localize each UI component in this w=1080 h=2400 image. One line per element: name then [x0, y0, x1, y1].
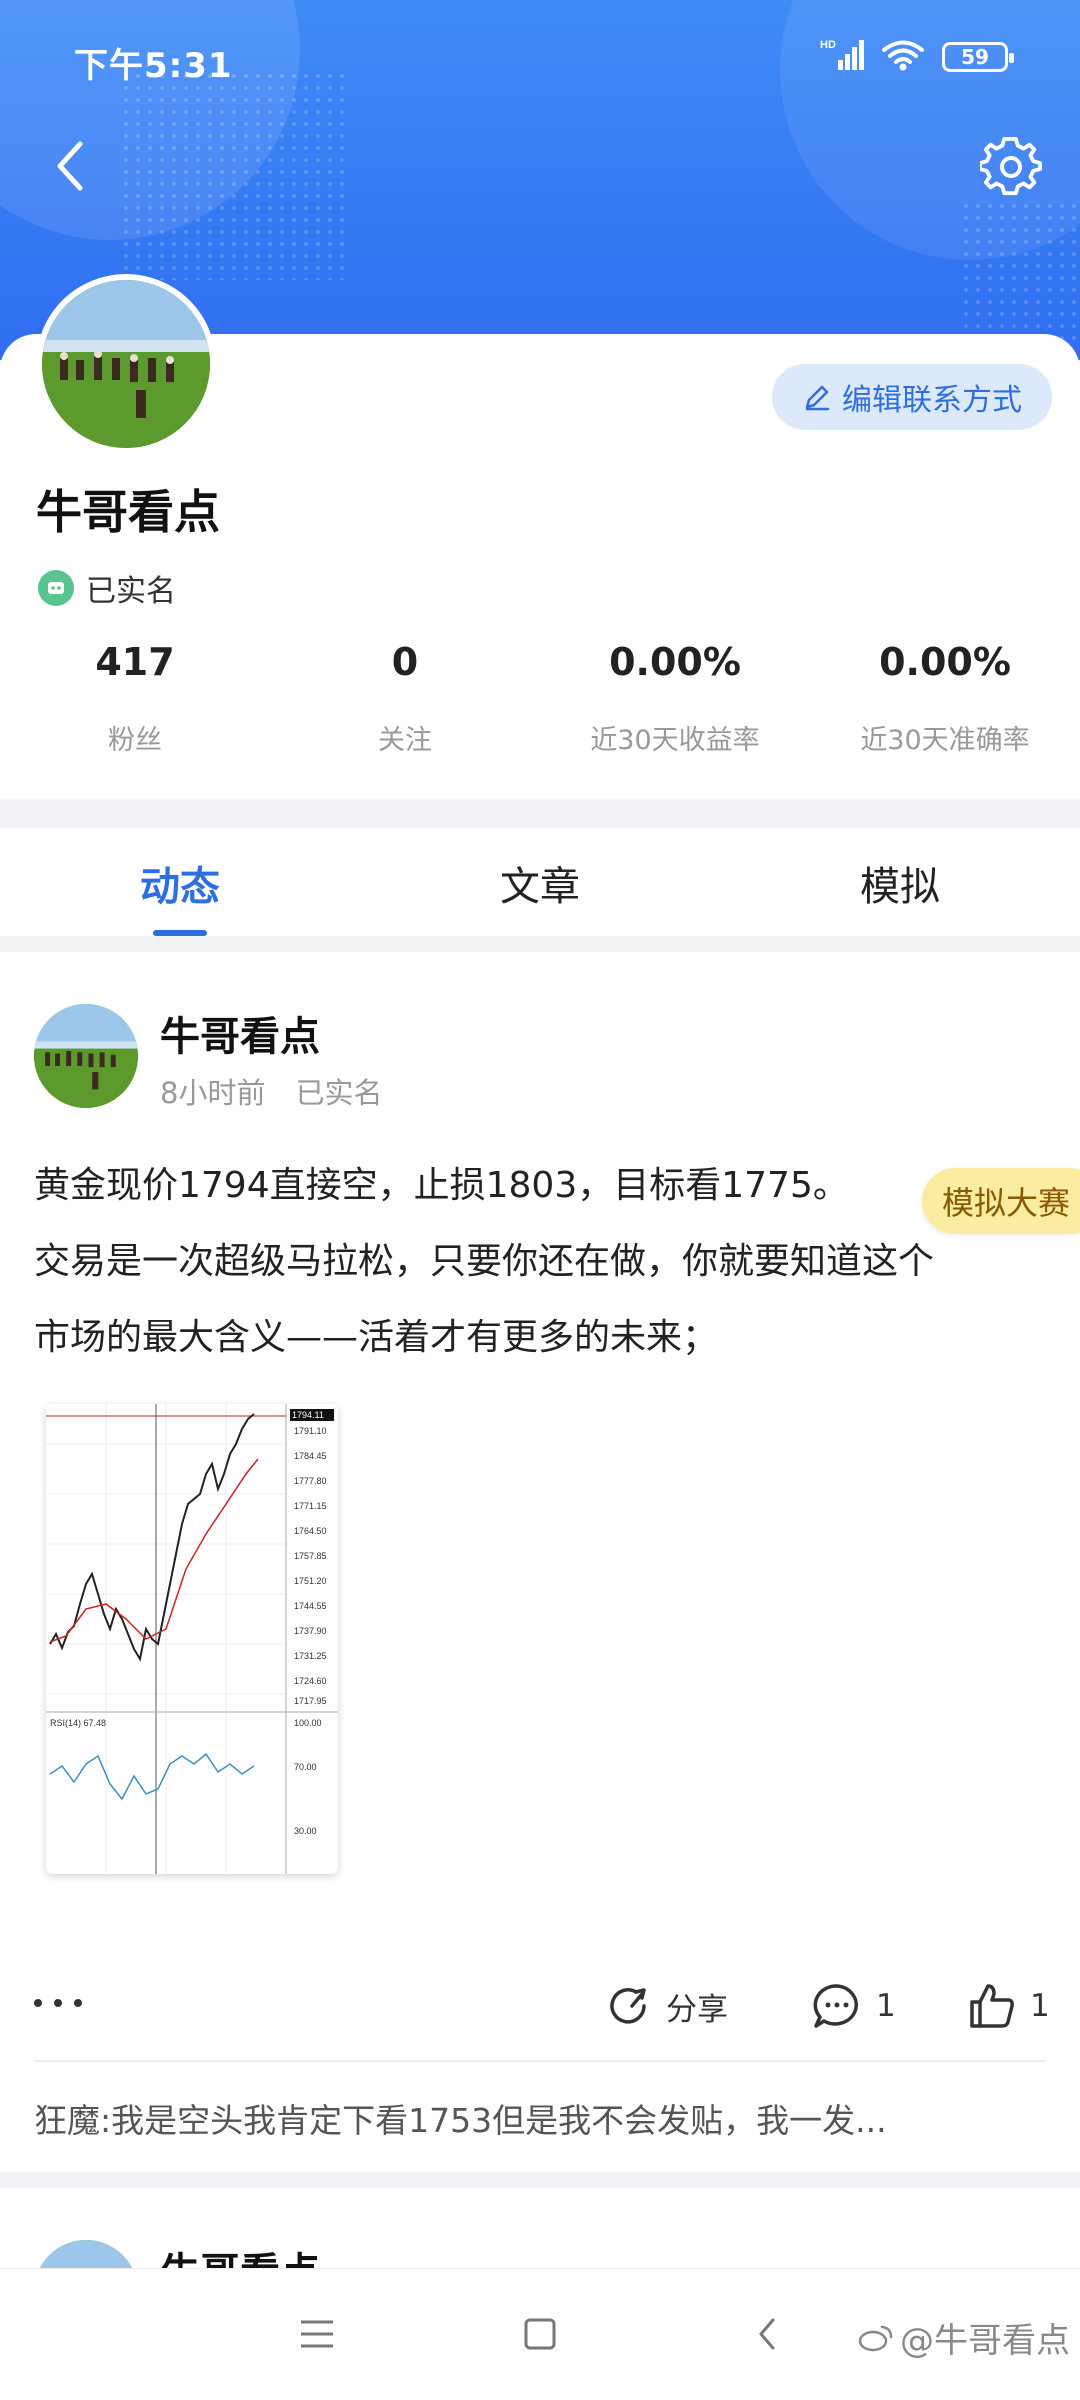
- more-options-button[interactable]: [30, 1990, 90, 2013]
- tab-dynamics[interactable]: 动态: [0, 828, 360, 936]
- chevron-left-icon: [759, 2318, 775, 2350]
- post-line: 黄金现价1794直接空，止损1803，目标看1775。: [34, 1165, 849, 1206]
- svg-text:HD: HD: [820, 39, 836, 51]
- svg-text:1724.60: 1724.60: [294, 1676, 327, 1686]
- feed-post: 牛哥看点: [0, 2188, 1080, 2268]
- stat-value: 0.00%: [879, 640, 1011, 684]
- home-button[interactable]: [515, 2309, 565, 2359]
- watermark-text: @牛哥看点: [900, 2321, 1070, 2361]
- svg-text:1757.85: 1757.85: [294, 1551, 327, 1561]
- svg-text:1791.10: 1791.10: [294, 1426, 327, 1436]
- watermark: @牛哥看点: [858, 2313, 1070, 2362]
- chevron-left-icon: [57, 141, 83, 191]
- svg-text:1751.20: 1751.20: [294, 1576, 327, 1586]
- post-actions: 分享 1 1: [0, 1972, 1080, 2042]
- more-dots-icon: [34, 1999, 82, 2007]
- comment-preview[interactable]: 狂魔:我是空头我肯定下看1753但是我不会发贴，我一发...: [34, 2094, 1046, 2142]
- thumbs-up-icon: [970, 1984, 1014, 2028]
- candlestick-chart-image: 1794.11 1791.10 1784.45 1777.80 1771.15 176…: [46, 1404, 338, 1874]
- post-line: 市场的最大含义——活着才有更多的未来；: [34, 1317, 719, 1358]
- svg-text:100.00: 100.00: [294, 1718, 322, 1728]
- svg-text:30.00: 30.00: [294, 1826, 317, 1836]
- post-line: 交易是一次超级马拉松，只要你还在做，你就要知道这个: [34, 1241, 935, 1282]
- post-content[interactable]: 黄金现价1794直接空，止损1803，目标看1775。 交易是一次超级马拉松，只…: [34, 1148, 1054, 1376]
- feed-post: 牛哥看点 8小时前 已实名 黄金现价1794直接空，止损1803，目标看1775…: [0, 952, 1080, 2172]
- post-image-chart[interactable]: 1794.11 1791.10 1784.45 1777.80 1771.15 176…: [46, 1404, 338, 1874]
- stat-following[interactable]: 0 关注: [270, 640, 540, 780]
- settings-button[interactable]: [978, 136, 1043, 198]
- edit-contact-button[interactable]: 编辑联系方式: [772, 364, 1052, 430]
- signal-icon: HD: [820, 38, 864, 76]
- avatar[interactable]: [36, 274, 216, 454]
- svg-text:RSI(14) 67.48: RSI(14) 67.48: [50, 1718, 106, 1728]
- gear-icon: [978, 136, 1043, 196]
- status-bar: 下午5:31 HD 59: [0, 30, 1080, 90]
- svg-text:1777.80: 1777.80: [294, 1476, 327, 1486]
- share-label: 分享: [666, 1991, 728, 2028]
- stat-label: 近30天收益率: [590, 725, 760, 756]
- svg-text:1794.11: 1794.11: [292, 1410, 324, 1420]
- like-count: 1: [1030, 1988, 1050, 2024]
- post-meta: 8小时前 已实名: [160, 1070, 382, 1112]
- battery-icon: 59: [942, 42, 1014, 72]
- weibo-icon: [858, 2325, 893, 2351]
- svg-text:1784.45: 1784.45: [294, 1451, 327, 1461]
- system-back-button[interactable]: [742, 2309, 792, 2359]
- stat-label: 粉丝: [108, 725, 162, 756]
- post-avatar[interactable]: [34, 2240, 138, 2268]
- comment-icon: [813, 1984, 858, 2028]
- verified-label: 已实名: [86, 574, 176, 609]
- verified-icon: [38, 570, 74, 606]
- decorative-dots: [120, 70, 350, 280]
- stat-value: 417: [95, 640, 175, 684]
- svg-text:1717.95: 1717.95: [294, 1696, 327, 1706]
- svg-text:1771.15: 1771.15: [294, 1501, 327, 1511]
- back-button[interactable]: [50, 136, 90, 196]
- tab-articles[interactable]: 文章: [360, 828, 720, 936]
- comment-count: 1: [876, 1988, 896, 2024]
- svg-text:1764.50: 1764.50: [294, 1526, 327, 1536]
- post-author[interactable]: 牛哥看点: [160, 1004, 320, 1062]
- system-navigation-bar: @牛哥看点: [0, 2268, 1080, 2400]
- post-author[interactable]: 牛哥看点: [160, 2240, 320, 2268]
- simulation-contest-badge[interactable]: 模拟大赛: [922, 1168, 1080, 1234]
- decorative-dots: [960, 200, 1080, 340]
- menu-icon: [301, 2320, 333, 2348]
- menu-button[interactable]: [292, 2309, 342, 2359]
- share-button[interactable]: 分享: [604, 1982, 728, 2030]
- square-icon: [524, 2318, 556, 2350]
- stat-label: 近30天准确率: [860, 725, 1030, 756]
- status-time: 下午5:31: [74, 46, 233, 86]
- stat-label: 关注: [378, 725, 432, 756]
- verified-status: 已实名: [38, 566, 176, 610]
- stat-return-rate: 0.00% 近30天收益率: [540, 640, 810, 780]
- svg-text:1731.25: 1731.25: [294, 1651, 327, 1661]
- svg-text:1744.55: 1744.55: [294, 1601, 327, 1611]
- post-time: 8小时前: [160, 1076, 266, 1110]
- wifi-icon: [882, 39, 924, 75]
- content-tabs: 动态 文章 模拟: [0, 828, 1080, 936]
- svg-text:70.00: 70.00: [294, 1762, 317, 1772]
- pencil-icon: [805, 385, 830, 411]
- post-verified: 已实名: [295, 1076, 383, 1110]
- stat-followers[interactable]: 417 粉丝: [0, 640, 270, 780]
- profile-stats: 417 粉丝 0 关注 0.00% 近30天收益率 0.00% 近30天准确率: [0, 640, 1080, 780]
- stat-accuracy-rate: 0.00% 近30天准确率: [810, 640, 1080, 780]
- share-icon: [610, 1988, 646, 2024]
- svg-text:1737.90: 1737.90: [294, 1626, 327, 1636]
- comment-button[interactable]: 1: [812, 1982, 896, 2030]
- stat-value: 0: [391, 640, 419, 684]
- like-button[interactable]: 1: [968, 1982, 1050, 2030]
- post-avatar[interactable]: [34, 1004, 138, 1108]
- profile-name: 牛哥看点: [36, 485, 220, 539]
- divider: [34, 2060, 1046, 2062]
- edit-contact-label: 编辑联系方式: [842, 383, 1022, 418]
- status-icons: HD 59: [820, 38, 1014, 76]
- battery-level: 59: [961, 45, 989, 69]
- tab-simulation[interactable]: 模拟: [720, 828, 1080, 936]
- stat-value: 0.00%: [609, 640, 741, 684]
